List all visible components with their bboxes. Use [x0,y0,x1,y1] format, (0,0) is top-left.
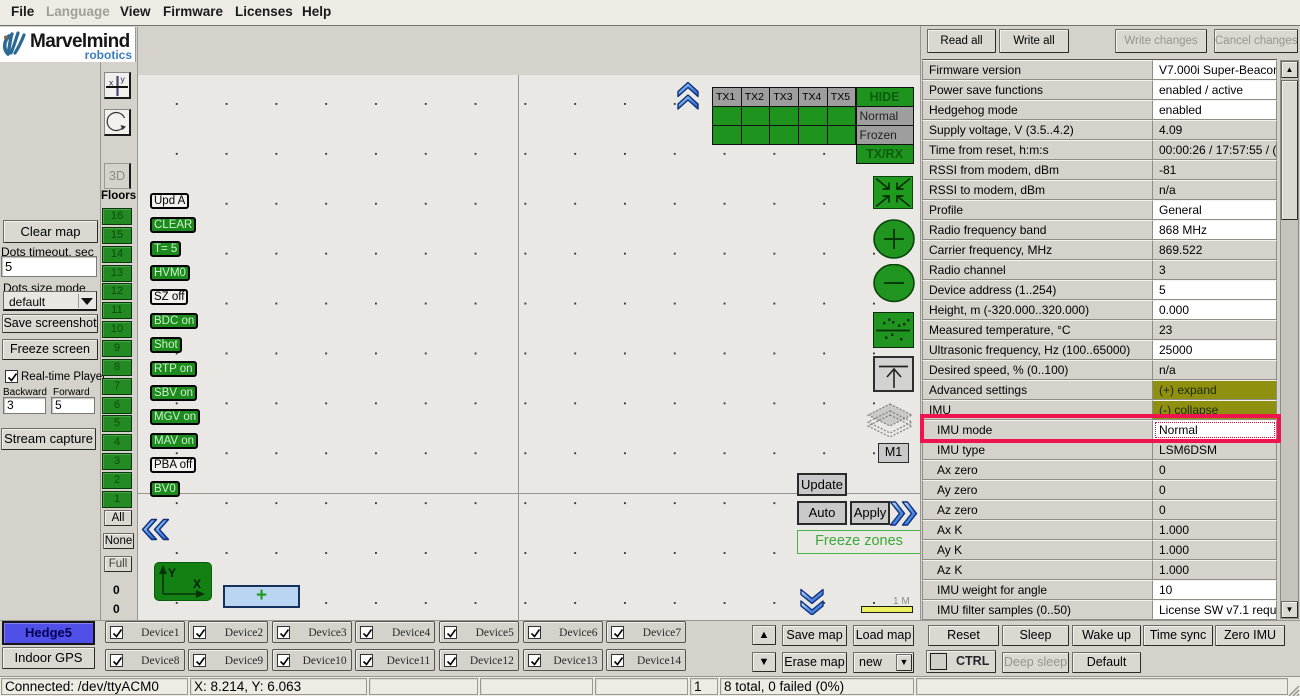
svg-text:y: y [121,74,126,84]
svg-text:X: X [193,577,201,591]
svg-text:Y: Y [168,566,176,580]
